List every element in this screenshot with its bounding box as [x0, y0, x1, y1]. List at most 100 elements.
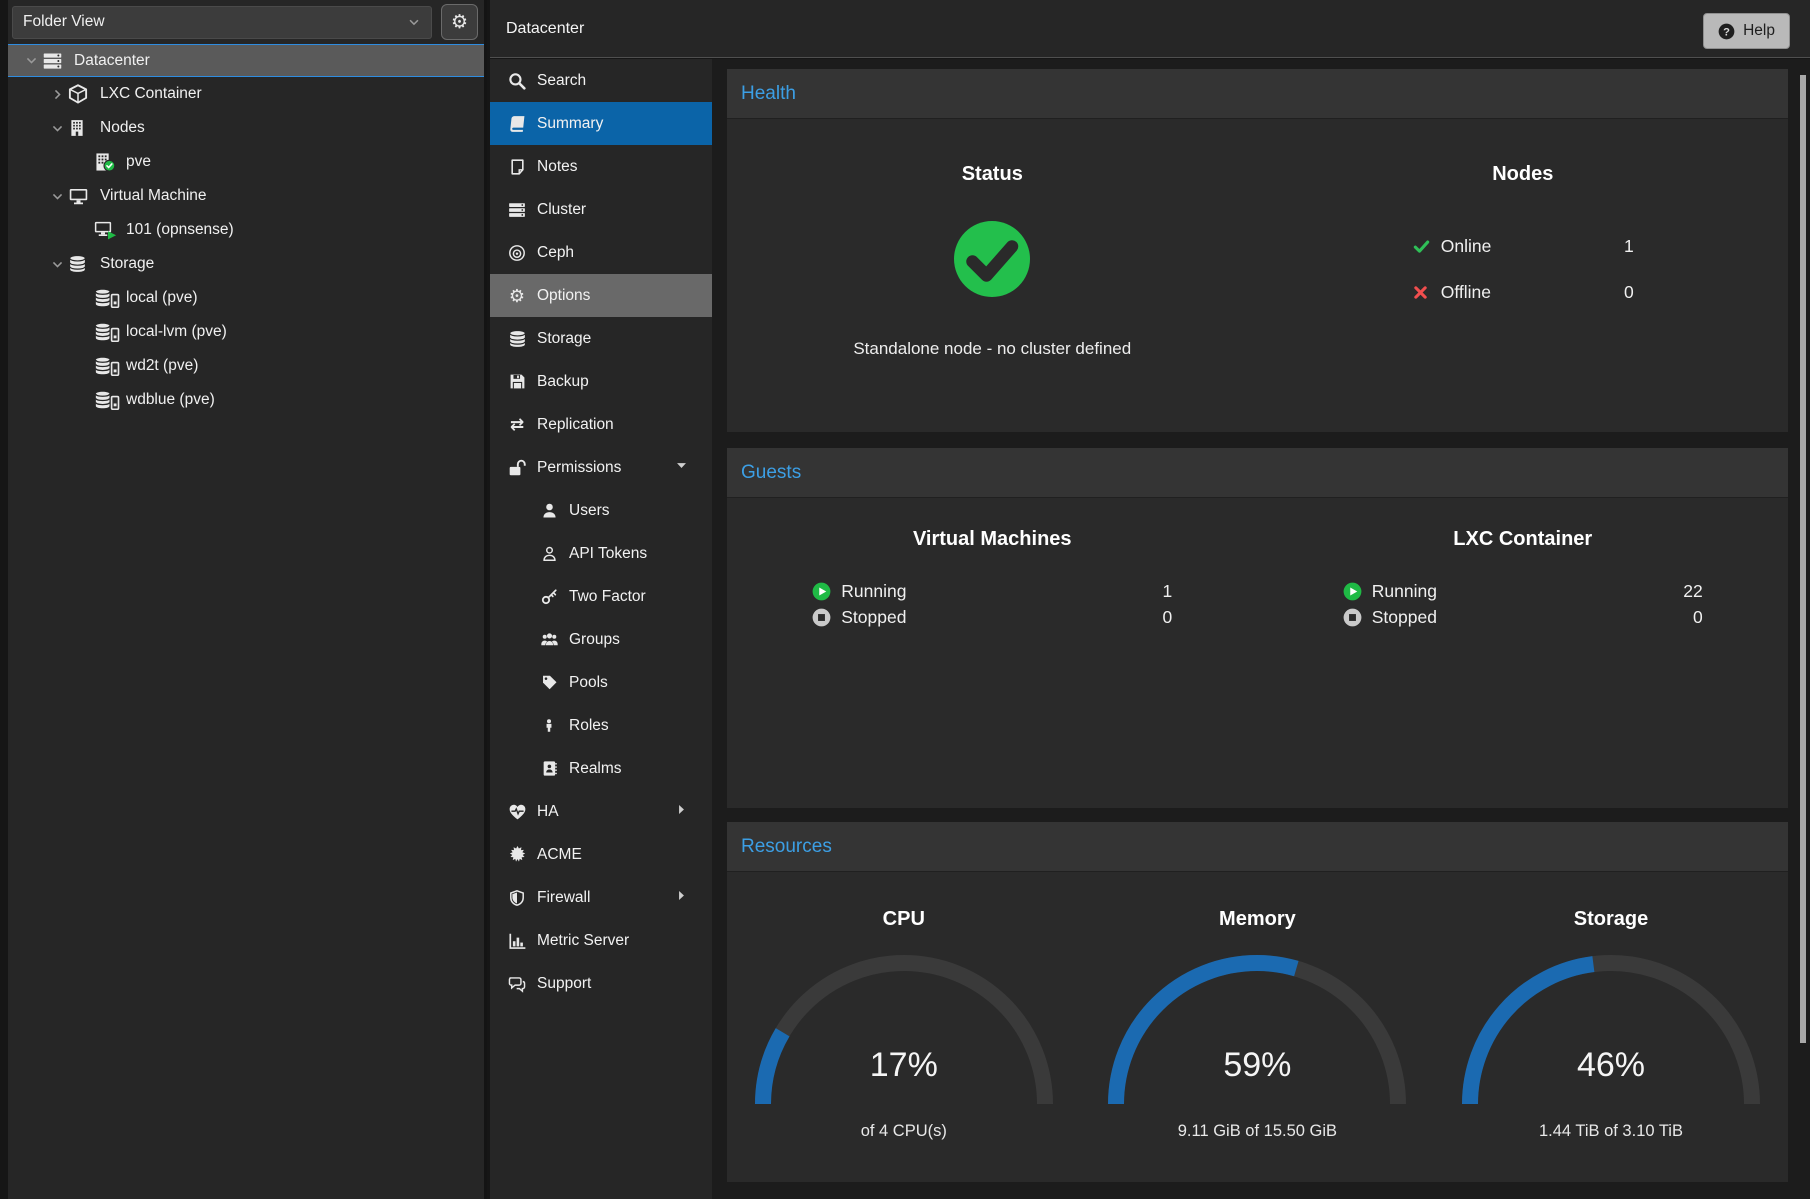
caret-right-icon — [675, 803, 688, 821]
status-row-value: 0 — [1624, 282, 1634, 303]
person-icon — [542, 717, 556, 734]
menu-item-users[interactable]: Users — [490, 489, 712, 532]
chevron-down-icon[interactable] — [46, 122, 68, 135]
menu-item-options[interactable]: ⚙ Options — [490, 274, 712, 317]
gauge-arc — [1451, 944, 1771, 1114]
menu-item-groups[interactable]: Groups — [490, 618, 712, 661]
menu-item-realms[interactable]: Realms — [490, 747, 712, 790]
menu-item-two-factor[interactable]: Two Factor — [490, 575, 712, 618]
menu-item-permissions[interactable]: Permissions — [490, 446, 712, 489]
tree-item[interactable]: local (pve) — [8, 281, 484, 315]
status-row-value: 0 — [1693, 607, 1703, 628]
scrollbar-thumb[interactable] — [1800, 75, 1806, 1043]
tree-item-label: local-lvm (pve) — [126, 323, 227, 341]
status-heading: Status — [962, 163, 1023, 186]
tag-icon — [541, 674, 558, 691]
menu-item-notes[interactable]: Notes — [490, 145, 712, 188]
caret-down-icon — [675, 459, 688, 477]
guests-panel-title: Guests — [741, 462, 801, 484]
gauge-storage: Storage 46% 1.44 TiB of 3.10 TiB — [1434, 872, 1788, 1141]
tree-item-label: pve — [126, 153, 151, 171]
menu-item-firewall[interactable]: Firewall — [490, 876, 712, 919]
status-row-value: 1 — [1624, 236, 1634, 257]
menu-item-cluster[interactable]: Cluster — [490, 188, 712, 231]
tree-item[interactable]: Datacenter — [8, 44, 484, 77]
tree-settings-button[interactable]: ⚙ — [441, 4, 478, 40]
gauge-percent: 59% — [1097, 1046, 1417, 1085]
tree-item[interactable]: LXC Container — [8, 77, 484, 111]
tree-item[interactable]: Virtual Machine — [8, 179, 484, 213]
menu-item-label: Notes — [537, 158, 578, 176]
status-row-label: Online — [1441, 236, 1492, 257]
chevron-down-icon[interactable] — [20, 54, 42, 67]
menu-item-support[interactable]: Support — [490, 962, 712, 1005]
search-icon — [508, 72, 526, 90]
content-area: Health Status Standalone node - no clust… — [712, 59, 1810, 1199]
menu-item-ceph[interactable]: Ceph — [490, 231, 712, 274]
tree-item-label: Datacenter — [74, 52, 150, 70]
menu-item-label: Permissions — [537, 459, 621, 477]
menu-item-summary[interactable]: Summary — [490, 102, 712, 145]
tree-item[interactable]: Nodes — [8, 111, 484, 145]
database-icon — [508, 329, 527, 349]
menu-item-metric-server[interactable]: Metric Server — [490, 919, 712, 962]
menu-item-label: ACME — [537, 846, 582, 864]
menu-item-label: Groups — [569, 631, 620, 649]
menu-item-label: Ceph — [537, 244, 574, 262]
view-selector-dropdown[interactable]: Folder View — [12, 6, 432, 39]
menu-item-roles[interactable]: Roles — [490, 704, 712, 747]
status-row: Offline 0 — [1412, 282, 1634, 303]
tree-item[interactable]: local-lvm (pve) — [8, 315, 484, 349]
menu-item-label: Search — [537, 72, 586, 90]
menu-item-label: Pools — [569, 674, 608, 692]
building-icon — [68, 118, 86, 138]
play-circle-icon — [812, 582, 831, 601]
tree-item[interactable]: 101 (opnsense) — [8, 213, 484, 247]
guests-column-heading: LXC Container — [1453, 528, 1592, 551]
gauge-percent: 46% — [1451, 1046, 1771, 1085]
menu-item-label: Storage — [537, 330, 591, 348]
chevron-down-icon[interactable] — [46, 258, 68, 271]
menu-item-storage[interactable]: Storage — [490, 317, 712, 360]
tree-item-label: wdblue (pve) — [126, 391, 215, 409]
comments-icon — [507, 975, 527, 993]
tree-item-label: local (pve) — [126, 289, 198, 307]
health-status-column: Status Standalone node - no cluster defi… — [727, 119, 1258, 359]
status-row: Online 1 — [1412, 236, 1634, 257]
menu-item-label: Summary — [537, 115, 603, 133]
chevron-down-icon[interactable] — [46, 190, 68, 203]
tree-item[interactable]: wd2t (pve) — [8, 349, 484, 383]
cube-icon — [68, 84, 88, 104]
users-icon — [540, 631, 559, 648]
tree-item[interactable]: pve — [8, 145, 484, 179]
tree-item[interactable]: Storage — [8, 247, 484, 281]
status-row-value: 1 — [1163, 581, 1173, 602]
status-row-label: Offline — [1441, 282, 1491, 303]
menu-item-replication[interactable]: ⇄ Replication — [490, 403, 712, 446]
page-title: Datacenter — [490, 20, 584, 38]
menu-item-label: Firewall — [537, 889, 590, 907]
status-row: Running 1 — [812, 581, 1172, 602]
health-panel-title: Health — [741, 83, 796, 105]
menu-item-search[interactable]: Search — [490, 59, 712, 102]
health-panel-header: Health — [727, 69, 1788, 119]
tree-toolbar: Folder View ⚙ — [8, 0, 484, 44]
menu-item-pools[interactable]: Pools — [490, 661, 712, 704]
help-button-label: Help — [1743, 22, 1775, 40]
menu-item-api-tokens[interactable]: API Tokens — [490, 532, 712, 575]
help-button[interactable]: ? Help — [1703, 13, 1790, 49]
caret-right-icon — [675, 889, 688, 907]
tree-item-label: Storage — [100, 255, 154, 273]
menu-item-label: HA — [537, 803, 559, 821]
menu-item-acme[interactable]: ACME — [490, 833, 712, 876]
tree-item[interactable]: wdblue (pve) — [8, 383, 484, 417]
stop-circle-icon — [812, 608, 831, 627]
gauge-memory: Memory 59% 9.11 GiB of 15.50 GiB — [1081, 872, 1435, 1141]
chevron-right-icon[interactable] — [46, 88, 68, 101]
resource-tree-panel: Folder View ⚙ Datacenter LXC Container N… — [8, 0, 487, 1199]
menu-item-ha[interactable]: HA — [490, 790, 712, 833]
gear-icon: ⚙ — [509, 287, 525, 305]
menu-item-backup[interactable]: Backup — [490, 360, 712, 403]
gauge-title: CPU — [883, 908, 925, 931]
status-row-label: Running — [1372, 581, 1437, 602]
